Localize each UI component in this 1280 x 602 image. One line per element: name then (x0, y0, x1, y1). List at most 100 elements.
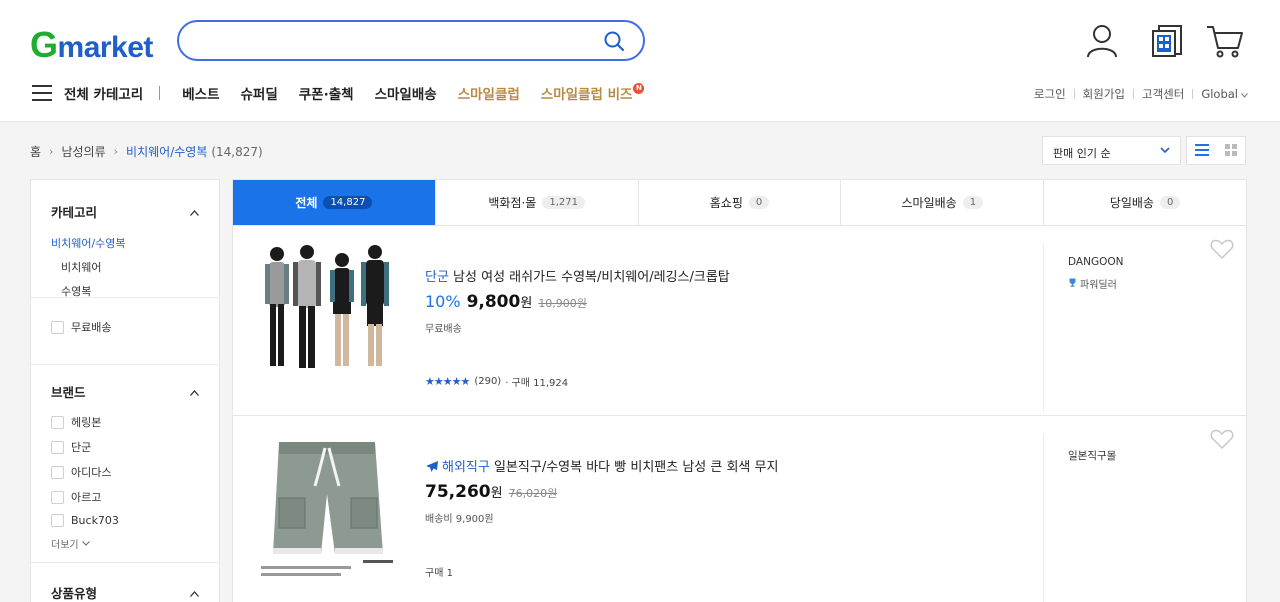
sort-dropdown[interactable]: 판매 인기 순 (1042, 136, 1181, 165)
currency-unit: 원 (520, 296, 533, 311)
seller-name[interactable]: DANGOON (1068, 256, 1123, 268)
checkbox-box[interactable] (51, 320, 64, 334)
all-categories-link[interactable]: 전체 카테고리 (64, 83, 143, 103)
util-divider (1192, 89, 1194, 99)
tab-all[interactable]: 전체 14,827 (233, 180, 436, 225)
seller-info: 일본직구몰 (1043, 434, 1116, 602)
nav-smile-club-biz-label: 스마일클럽 비즈 (540, 87, 633, 103)
checkbox-box[interactable] (51, 440, 64, 454)
checkbox-box[interactable] (51, 415, 64, 429)
product-title[interactable]: 단군 남성 여성 래쉬가드 수영복/비치웨어/레깅스/크롭탑 (425, 266, 730, 285)
review-count[interactable]: (290) (474, 376, 501, 387)
chevron-up-icon[interactable] (190, 204, 199, 219)
product-brand-tag[interactable]: 해외직구 (442, 460, 490, 475)
filter-tabs: 전체 14,827 백화점·몰 1,271 홈쇼핑 0 스마일배송 1 당일배송 0 (233, 180, 1246, 226)
login-link[interactable]: 로그인 (1034, 86, 1066, 102)
breadcrumb-current[interactable]: 비치웨어/수영복 (126, 143, 207, 160)
product-title[interactable]: 해외직구 일본직구/수영복 바다 빵 비치팬츠 남성 큰 회색 무지 (425, 456, 778, 477)
tab-same-day[interactable]: 당일배송 0 (1044, 180, 1246, 225)
checkbox-box[interactable] (51, 490, 64, 504)
breadcrumb: 홈 › 남성의류 › 비치웨어/수영복 (14,827) (30, 143, 263, 160)
utility-links: 로그인 회원가입 고객센터 Global (1034, 86, 1248, 102)
shipping-info: 무료배송 (425, 324, 462, 335)
brand-checkbox[interactable]: 아르고 (51, 489, 199, 505)
brand-label: 아디다스 (71, 466, 112, 479)
brand-checkbox[interactable]: 아디다스 (51, 464, 199, 480)
tab-department-store[interactable]: 백화점·몰 1,271 (435, 180, 639, 225)
product-brand-tag[interactable]: 단군 (425, 270, 449, 285)
nav-best[interactable]: 베스트 (182, 83, 219, 103)
user-icon[interactable] (1086, 24, 1118, 62)
gmarket-logo[interactable]: Gmarket (30, 24, 153, 66)
brand-more-button[interactable]: 더보기 (51, 536, 199, 551)
chevron-up-icon[interactable] (190, 384, 199, 399)
brand-checkbox[interactable]: 단군 (51, 439, 199, 455)
brand-checkbox[interactable]: Buck703 (51, 514, 199, 527)
nav-smile-club[interactable]: 스마일클럽 (458, 83, 520, 103)
nav-smile-club-biz[interactable]: 스마일클럽 비즈 N (541, 83, 645, 103)
category-sub-swimwear[interactable]: 수영복 (61, 283, 199, 299)
tab-label: 백화점·몰 (488, 196, 537, 210)
signup-link[interactable]: 회원가입 (1083, 86, 1125, 102)
product-image[interactable] (257, 244, 407, 394)
product-title-text: 일본직구/수영복 바다 빵 비치팬츠 남성 큰 회색 무지 (489, 460, 779, 475)
search-icon[interactable] (603, 30, 625, 56)
seller-name[interactable]: 일본직구몰 (1068, 448, 1116, 463)
checkbox-box[interactable] (51, 465, 64, 479)
nav-superdeal[interactable]: 슈퍼딜 (241, 83, 278, 103)
product-item: 해외직구 일본직구/수영복 바다 빵 비치팬츠 남성 큰 회색 무지 75,26… (233, 416, 1246, 602)
power-dealer-label: 파워딜러 (1080, 280, 1117, 291)
heart-icon[interactable] (1210, 238, 1234, 264)
product-type-header[interactable]: 상품유형 (51, 583, 199, 602)
chevron-down-icon (1241, 87, 1248, 101)
brand-header[interactable]: 브랜드 (51, 382, 199, 401)
logo-text: market (57, 31, 154, 64)
hamburger-menu-icon[interactable] (32, 85, 52, 101)
search-input[interactable] (197, 22, 597, 59)
util-divider (1132, 89, 1134, 99)
category-sub-beachwear[interactable]: 비치웨어 (61, 259, 199, 275)
brand-label: 헤링본 (71, 416, 102, 429)
heart-icon[interactable] (1210, 428, 1234, 454)
category-heading: 카테고리 (51, 205, 98, 220)
brand-more-label: 더보기 (51, 540, 79, 551)
free-shipping-checkbox[interactable]: 무료배송 (51, 319, 199, 335)
brand-section: 브랜드 헤링본 단군 아디다스 아르고 Buck703 더보기 (31, 365, 219, 563)
checkbox-box[interactable] (51, 514, 64, 527)
util-divider (1073, 89, 1075, 99)
tab-label: 홈쇼핑 (709, 196, 743, 210)
cart-icon[interactable] (1206, 24, 1244, 62)
product-title-text: 남성 여성 래쉬가드 수영복/비치웨어/레깅스/크롭탑 (448, 270, 730, 285)
support-link[interactable]: 고객센터 (1142, 86, 1184, 102)
tab-home-shopping[interactable]: 홈쇼핑 0 (638, 180, 842, 225)
breadcrumb-count: (14,827) (211, 144, 263, 159)
brand-checkbox[interactable]: 헤링본 (51, 414, 199, 430)
tab-smile-delivery[interactable]: 스마일배송 1 (841, 180, 1045, 225)
grid-view-icon[interactable] (1225, 141, 1237, 160)
site-header: Gmarket 전체 카테고리 베스트 슈퍼딜 쿠폰·출첵 스마일배송 스마일클… (0, 0, 1280, 122)
power-dealer-badge: 파워딜러 (1068, 276, 1123, 291)
chevron-down-icon (1160, 144, 1170, 157)
tab-count: 0 (748, 196, 770, 209)
nav-smile-delivery[interactable]: 스마일배송 (375, 83, 437, 103)
logo-g: G (30, 24, 58, 65)
tab-label: 당일배송 (1109, 196, 1154, 210)
category-selected[interactable]: 비치웨어/수영복 (51, 235, 199, 251)
category-header[interactable]: 카테고리 (51, 202, 199, 221)
product-image[interactable] (257, 434, 407, 584)
price-line: 75,260 원 76,020원 (425, 482, 557, 502)
chevron-down-icon (81, 538, 90, 549)
tab-count: 0 (1159, 196, 1181, 209)
global-link[interactable]: Global (1201, 87, 1238, 101)
breadcrumb-level1[interactable]: 남성의류 (61, 143, 105, 160)
chevron-up-icon[interactable] (190, 585, 199, 600)
free-shipping-label: 무료배송 (71, 321, 112, 334)
original-price: 76,020원 (508, 487, 558, 500)
breadcrumb-home[interactable]: 홈 (30, 143, 41, 160)
brand-label: Buck703 (71, 514, 119, 527)
list-view-icon[interactable] (1195, 141, 1209, 160)
tab-count: 14,827 (323, 196, 373, 209)
recent-view-icon[interactable] (1150, 24, 1184, 62)
nav-coupon[interactable]: 쿠폰·출첵 (299, 83, 354, 103)
purchase-count: · 구매 11,924 (505, 378, 569, 389)
